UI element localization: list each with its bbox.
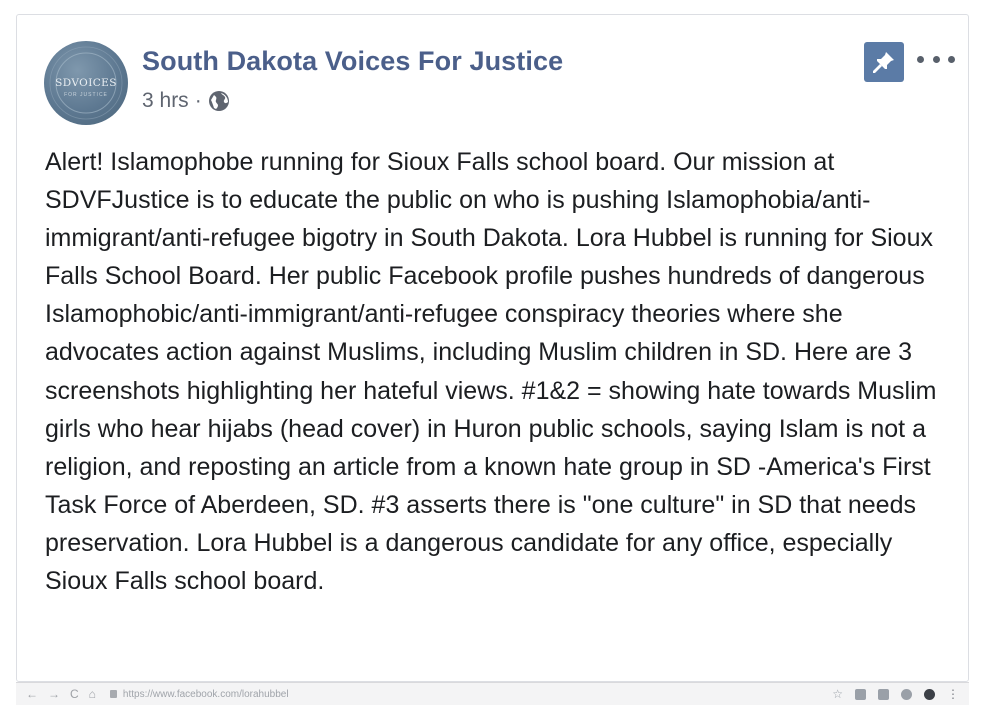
extension-icon[interactable]: [878, 688, 889, 700]
more-options-icon: [917, 55, 924, 63]
menu-icon[interactable]: ⋮: [947, 687, 959, 701]
back-arrow-icon[interactable]: ←: [26, 687, 38, 701]
meta-separator: ·: [194, 89, 202, 112]
page-avatar[interactable]: SDVOICES FOR JUSTICE: [44, 41, 128, 125]
more-options-button[interactable]: [917, 48, 955, 70]
star-icon[interactable]: ☆: [832, 687, 843, 701]
avatar-logo-text: SDVOICES: [55, 77, 117, 89]
post-meta: 3 hrs ·: [142, 89, 230, 113]
browser-extension-icons: ☆ ⋮: [832, 687, 959, 701]
lock-icon: [109, 690, 117, 698]
post-card: SDVOICES FOR JUSTICE South Dakota Voices…: [16, 14, 969, 682]
post-timestamp[interactable]: 3 hrs: [142, 89, 189, 113]
more-options-icon: [948, 55, 955, 63]
globe-icon[interactable]: [208, 90, 230, 112]
home-icon[interactable]: ⌂: [89, 687, 96, 701]
browser-nav: ← → C ⌂: [26, 687, 96, 701]
avatar-logo-subtext: FOR JUSTICE: [64, 92, 108, 98]
forward-arrow-icon[interactable]: →: [48, 687, 60, 701]
browser-status-bar: ← → C ⌂ https://www.facebook.com/lorahub…: [16, 682, 969, 705]
extension-icon[interactable]: [855, 688, 866, 700]
address-url[interactable]: https://www.facebook.com/lorahubbel: [123, 689, 289, 700]
pin-post-button[interactable]: [864, 42, 904, 82]
profile-icon[interactable]: [924, 688, 935, 700]
pushpin-icon: [873, 52, 894, 73]
reload-icon[interactable]: C: [70, 687, 79, 701]
post-body-text: Alert! Islamophobe running for Sioux Fal…: [45, 148, 937, 596]
more-options-icon: [932, 55, 940, 63]
page-name-link[interactable]: South Dakota Voices For Justice: [142, 46, 563, 77]
block-icon[interactable]: [901, 688, 912, 700]
